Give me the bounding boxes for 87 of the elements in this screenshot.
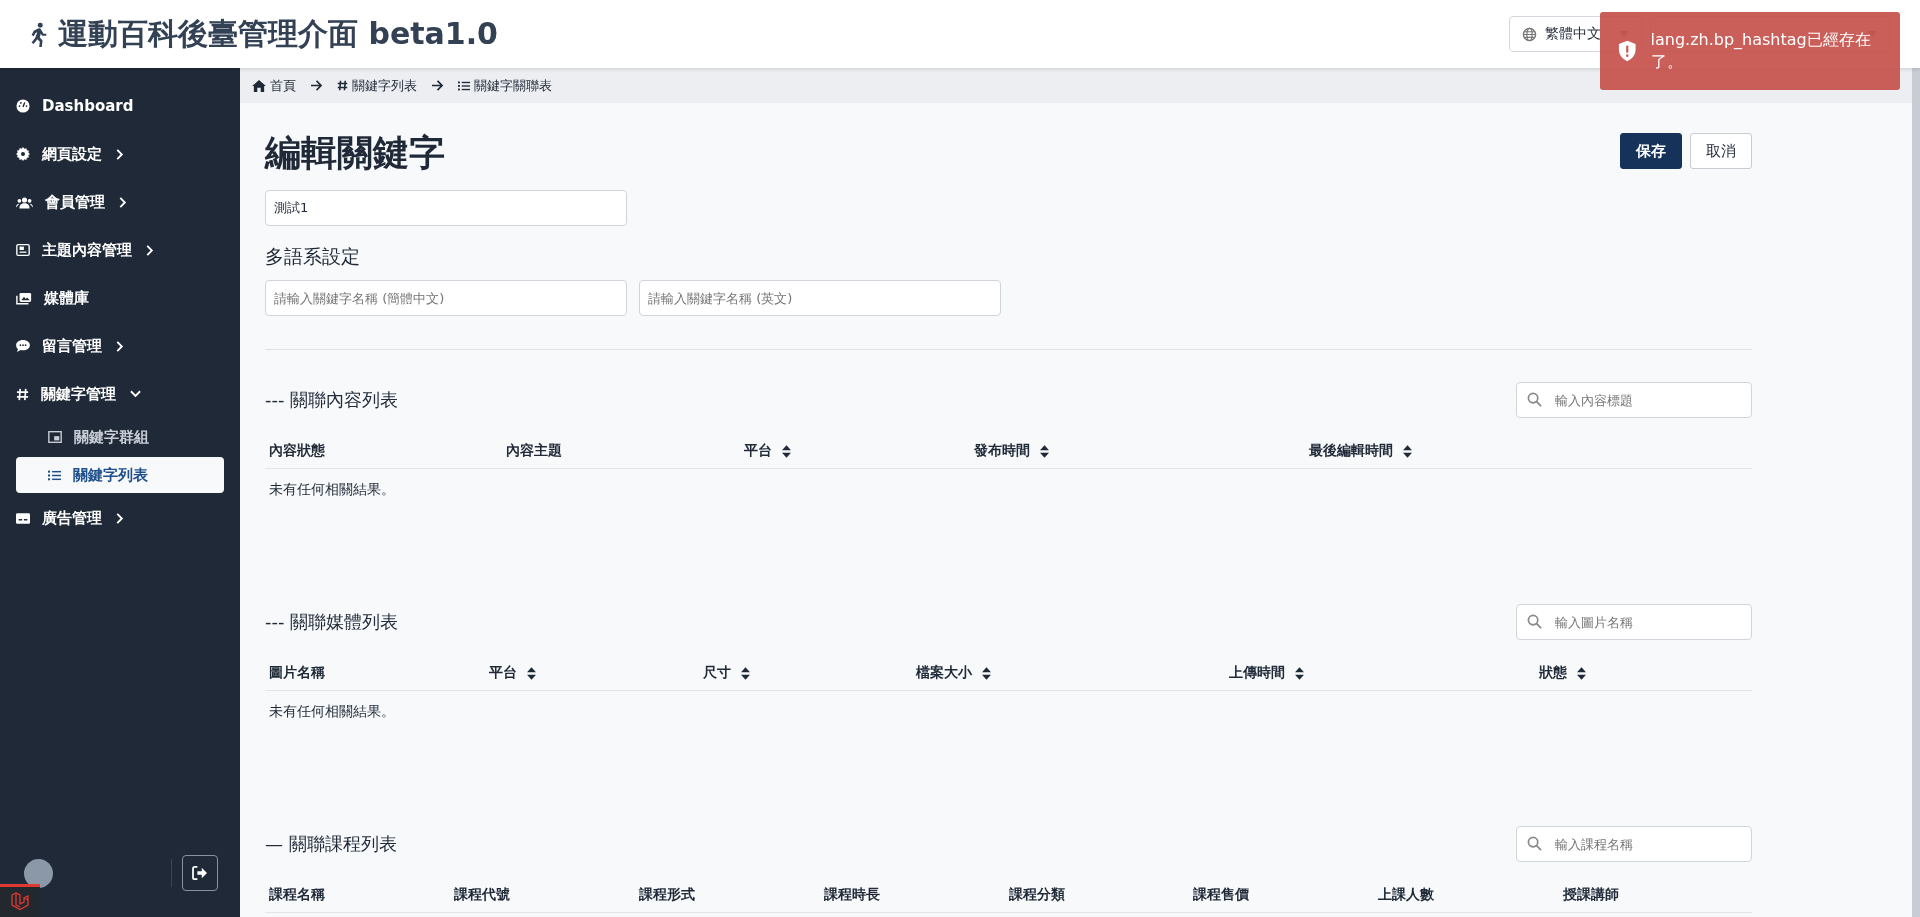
arrow-right-icon <box>431 80 444 91</box>
sort-icon[interactable] <box>1402 444 1412 458</box>
column-header: 上傳時間 <box>1228 664 1285 682</box>
column-header: 平台 <box>489 664 518 682</box>
speech-bubble-icon <box>16 340 30 352</box>
sign-out-icon <box>192 866 208 880</box>
column-header: 內容主題 <box>506 442 563 460</box>
app-title: 運動百科後臺管理介面 beta1.0 <box>58 14 498 53</box>
column-header: 課程售價 <box>1193 886 1250 904</box>
dashboard-icon <box>16 99 30 113</box>
gear-icon <box>16 147 30 161</box>
sidebar-item[interactable]: 媒體庫 <box>0 274 107 322</box>
sidebar-subitem[interactable]: 關鍵字群組 <box>16 419 224 455</box>
globe-icon <box>1522 26 1537 42</box>
column-header: 平台 <box>743 442 772 460</box>
users-icon <box>16 195 33 209</box>
column-header: 狀態 <box>1539 664 1568 682</box>
sort-icon[interactable] <box>740 666 750 680</box>
chevron-right-icon <box>116 512 124 524</box>
list-icon <box>48 469 61 481</box>
avatar <box>24 858 53 888</box>
list-icon <box>458 80 470 91</box>
sidebar-subitem[interactable]: 關鍵字列表 <box>16 457 224 493</box>
section-heading: 多語系設定 <box>265 244 361 269</box>
input-field[interactable]: 請輸入關鍵字名稱 (英文) <box>639 280 1001 316</box>
chevron-down-icon <box>130 390 141 398</box>
hash-icon <box>16 387 29 401</box>
chevron-right-icon <box>116 340 124 352</box>
hash-icon <box>337 80 348 91</box>
breadcrumb-link[interactable]: 關鍵字列表 <box>337 76 417 95</box>
cancel-button[interactable]: 取消 <box>1690 133 1752 169</box>
column-header: 課程時長 <box>823 886 880 904</box>
ad-card-icon <box>16 512 30 524</box>
empty-message: 未有任何相關結果。 <box>268 702 396 721</box>
search-icon <box>1527 392 1542 407</box>
sidebar-item[interactable]: 廣告管理 <box>0 494 140 542</box>
column-header: 課程形式 <box>638 886 695 904</box>
sidebar-item[interactable]: 網頁設定 <box>0 130 140 178</box>
input-field[interactable]: 請輸入關鍵字名稱 (簡體中文) <box>265 280 627 316</box>
sidebar-item[interactable]: 主題內容管理 <box>0 226 170 274</box>
column-header: 課程名稱 <box>269 886 325 904</box>
column-header: 課程代號 <box>453 886 510 904</box>
search-icon <box>1527 836 1542 851</box>
page-title: 編輯關鍵字 <box>265 131 445 175</box>
breadcrumb-link[interactable]: 首頁 <box>252 76 296 95</box>
sort-icon[interactable] <box>781 444 791 458</box>
column-header: 內容狀態 <box>269 442 325 460</box>
shield-alert-icon <box>1618 40 1637 62</box>
section-title: — 關聯課程列表 <box>265 832 397 856</box>
sort-icon[interactable] <box>982 666 992 680</box>
column-header: 授課講師 <box>1563 886 1620 904</box>
column-header: 課程分類 <box>1008 886 1065 904</box>
search-field[interactable]: 輸入課程名稱 <box>1516 826 1752 862</box>
search-field[interactable]: 輸入圖片名稱 <box>1516 604 1752 640</box>
home-icon <box>252 79 266 92</box>
images-icon <box>16 291 32 305</box>
newspaper-icon <box>16 244 30 256</box>
column-header: 尺寸 <box>702 664 731 682</box>
sidebar-item[interactable]: 留言管理 <box>0 322 140 370</box>
toast-message: lang.zh.bp_hashtag已經存在了。 <box>1650 29 1872 73</box>
breadcrumb-link[interactable]: 關鍵字關聯表 <box>458 76 552 95</box>
logout-button[interactable] <box>182 855 218 891</box>
image-frame-icon <box>48 431 62 443</box>
save-button[interactable]: 保存 <box>1620 133 1682 169</box>
sort-icon[interactable] <box>1040 444 1050 458</box>
sidebar-item[interactable]: 會員管理 <box>0 178 143 226</box>
scrollbar[interactable] <box>1912 68 1920 917</box>
sidebar-item[interactable]: 關鍵字管理 <box>0 370 157 418</box>
search-icon <box>1527 614 1542 629</box>
column-header: 上課人數 <box>1378 886 1435 904</box>
arrow-right-icon <box>310 80 323 91</box>
section-title: --- 關聯內容列表 <box>265 388 399 412</box>
column-header: 發布時間 <box>974 442 1031 460</box>
sort-icon[interactable] <box>1577 666 1587 680</box>
column-header: 檔案大小 <box>916 664 973 682</box>
empty-message: 未有任何相關結果。 <box>268 480 396 499</box>
column-header: 圖片名稱 <box>269 664 325 682</box>
chevron-right-icon <box>116 148 124 160</box>
keyword-name-field[interactable]: 測試1 <box>265 190 627 226</box>
chevron-right-icon <box>146 244 154 256</box>
column-header: 最後編輯時間 <box>1308 442 1393 460</box>
section-title: --- 關聯媒體列表 <box>265 610 399 634</box>
sidebar-item[interactable]: Dashboard <box>0 82 152 130</box>
sort-icon[interactable] <box>1294 666 1304 680</box>
search-field[interactable]: 輸入內容標題 <box>1516 382 1752 418</box>
chevron-right-icon <box>119 196 127 208</box>
sort-icon[interactable] <box>527 666 537 680</box>
